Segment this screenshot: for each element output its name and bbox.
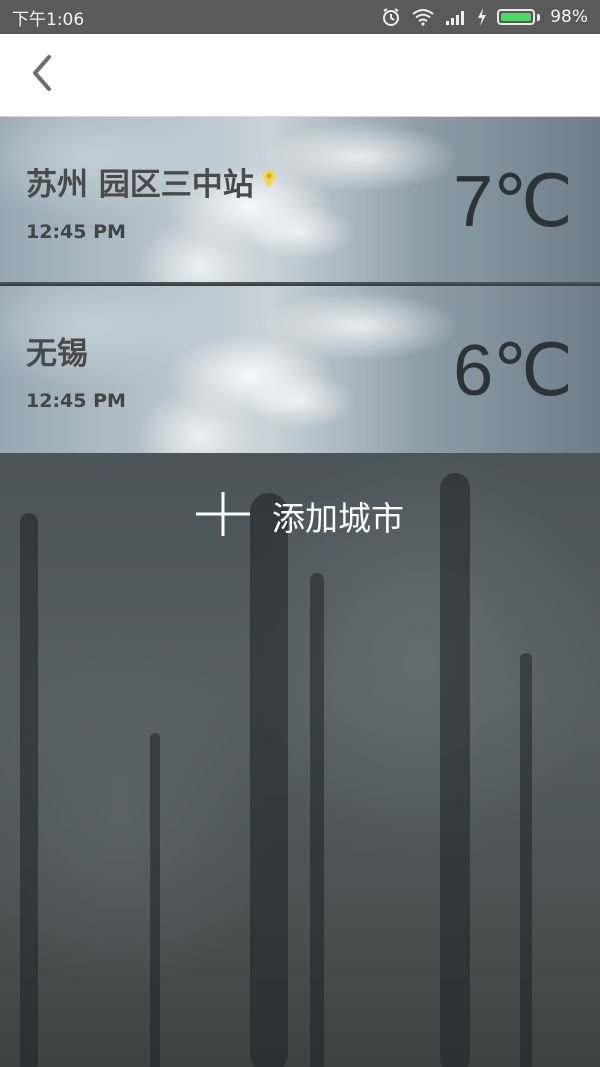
app-bar [0, 34, 600, 117]
chevron-left-icon [31, 54, 53, 96]
add-city-button[interactable]: 添加城市 [0, 480, 600, 552]
city-time: 12:45 PM [26, 390, 126, 412]
city-card-wuxi[interactable]: 无锡 12:45 PM 6℃ [0, 286, 600, 453]
alarm-icon [381, 7, 401, 27]
battery-percent: 98% [550, 7, 588, 27]
city-temperature: 7℃ [453, 162, 573, 242]
city-name: 无锡 [26, 336, 88, 372]
plus-icon [196, 492, 250, 540]
city-name-row: 无锡 [26, 328, 88, 373]
status-bar: 下午1:06 98% [0, 0, 600, 34]
charging-icon [477, 8, 487, 26]
city-temperature: 6℃ [453, 331, 573, 411]
city-card-suzhou[interactable]: 苏州 园区三中站 12:45 PM 7℃ [0, 117, 600, 284]
add-city-label: 添加城市 [272, 499, 404, 538]
signal-icon [445, 9, 467, 25]
status-time: 下午1:06 [12, 9, 85, 30]
city-name-row: 苏州 园区三中站 [26, 159, 276, 204]
city-time: 12:45 PM [26, 221, 126, 243]
battery-level [501, 13, 531, 21]
screen: 下午1:06 98% 苏州 园区三中站 12:45 PM 7℃ 无锡 12:45… [0, 0, 600, 1067]
location-pin-icon [262, 161, 276, 197]
city-name: 苏州 园区三中站 [26, 167, 254, 203]
wifi-icon [411, 8, 435, 26]
status-icons: 98% [381, 7, 588, 27]
back-button[interactable] [22, 52, 62, 98]
battery-icon [497, 9, 541, 25]
